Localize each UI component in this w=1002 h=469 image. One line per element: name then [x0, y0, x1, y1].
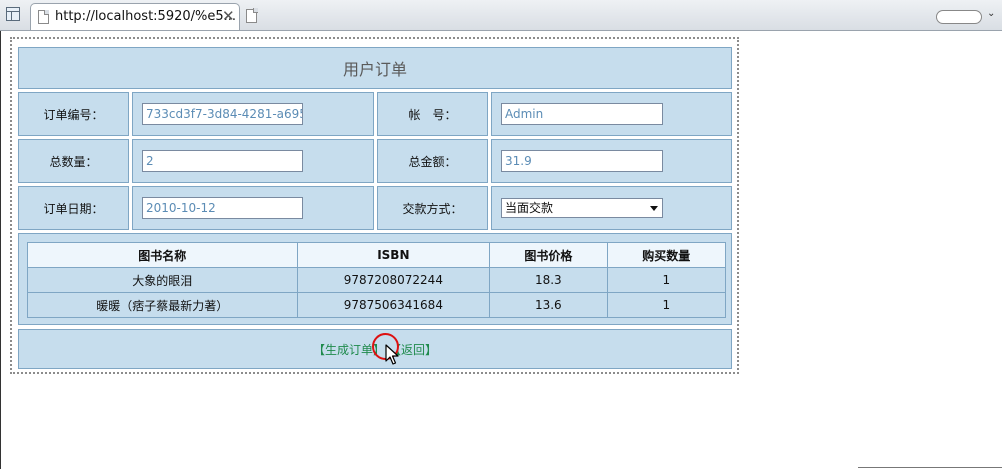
total-amount-label: 总金额：	[377, 139, 488, 183]
close-icon[interactable]: ✕	[222, 7, 235, 25]
col-book-name: 图书名称	[27, 242, 298, 268]
order-id-cell: 733cd3f7-3d84-4281-a695-e	[132, 92, 374, 136]
book-name: 暖暖（痞子蔡最新力著）	[27, 292, 298, 318]
book-price: 18.3	[489, 267, 608, 293]
order-date-field[interactable]: 2010-10-12	[142, 197, 303, 219]
books-table-cell: 图书名称 ISBN 图书价格 购买数量 大象的眼泪 9787208072244 …	[18, 233, 732, 325]
book-quantity: 1	[606, 267, 727, 293]
mouse-cursor-icon	[385, 344, 399, 365]
book-isbn: 9787208072244	[296, 267, 491, 293]
order-panel: 用户订单 订单编号： 733cd3f7-3d84-4281-a695-e 帐 号…	[10, 37, 739, 374]
book-name: 大象的眼泪	[27, 267, 298, 293]
order-id-label: 订单编号：	[18, 92, 129, 136]
account-label: 帐 号：	[377, 92, 488, 136]
order-id-field[interactable]: 733cd3f7-3d84-4281-a695-e	[142, 103, 303, 125]
new-tab-icon[interactable]	[246, 9, 257, 23]
book-price: 13.6	[489, 292, 608, 318]
book-isbn: 9787506341684	[296, 292, 491, 318]
blank-page-icon	[246, 9, 257, 23]
total-quantity-field[interactable]: 2	[142, 150, 303, 172]
table-row: 暖暖（痞子蔡最新力著） 9787506341684 13.6 1	[27, 292, 727, 318]
total-amount-field[interactable]: 31.9	[501, 150, 663, 172]
account-cell: Admin	[491, 92, 732, 136]
browser-tab[interactable]: http://localhost:5920/%e5... ✕	[30, 3, 240, 30]
browser-toolbar: http://localhost:5920/%e5... ✕ ⌄	[0, 0, 1002, 31]
col-isbn: ISBN	[296, 242, 491, 268]
dropdown-arrow-icon	[650, 206, 658, 211]
page-title: 用户订单	[18, 47, 732, 89]
page-icon	[38, 10, 49, 24]
order-date-cell: 2010-10-12	[132, 186, 374, 230]
col-price: 图书价格	[489, 242, 608, 268]
payment-method-value: 当面交款	[505, 201, 554, 215]
tab-title: http://localhost:5920/%e5...	[55, 9, 237, 24]
payment-method-cell: 当面交款	[491, 186, 732, 230]
search-box[interactable]	[936, 10, 982, 24]
table-row: 大象的眼泪 9787208072244 18.3 1	[27, 267, 727, 293]
col-quantity: 购买数量	[606, 242, 727, 268]
books-table: 图书名称 ISBN 图书价格 购买数量 大象的眼泪 9787208072244 …	[27, 242, 727, 318]
window-edge	[0, 31, 1, 469]
order-date-label: 订单日期：	[18, 186, 129, 230]
payment-method-label: 交款方式：	[377, 186, 488, 230]
status-divider	[858, 467, 1002, 468]
total-quantity-cell: 2	[132, 139, 374, 183]
total-amount-cell: 31.9	[491, 139, 732, 183]
book-quantity: 1	[606, 292, 727, 318]
total-quantity-label: 总数量：	[18, 139, 129, 183]
chevron-down-icon[interactable]: ⌄	[987, 8, 995, 19]
table-header-row: 图书名称 ISBN 图书价格 购买数量	[27, 242, 727, 268]
sidebar-toggle-icon[interactable]	[6, 7, 20, 21]
account-field[interactable]: Admin	[501, 103, 663, 125]
payment-method-select[interactable]: 当面交款	[501, 198, 663, 218]
